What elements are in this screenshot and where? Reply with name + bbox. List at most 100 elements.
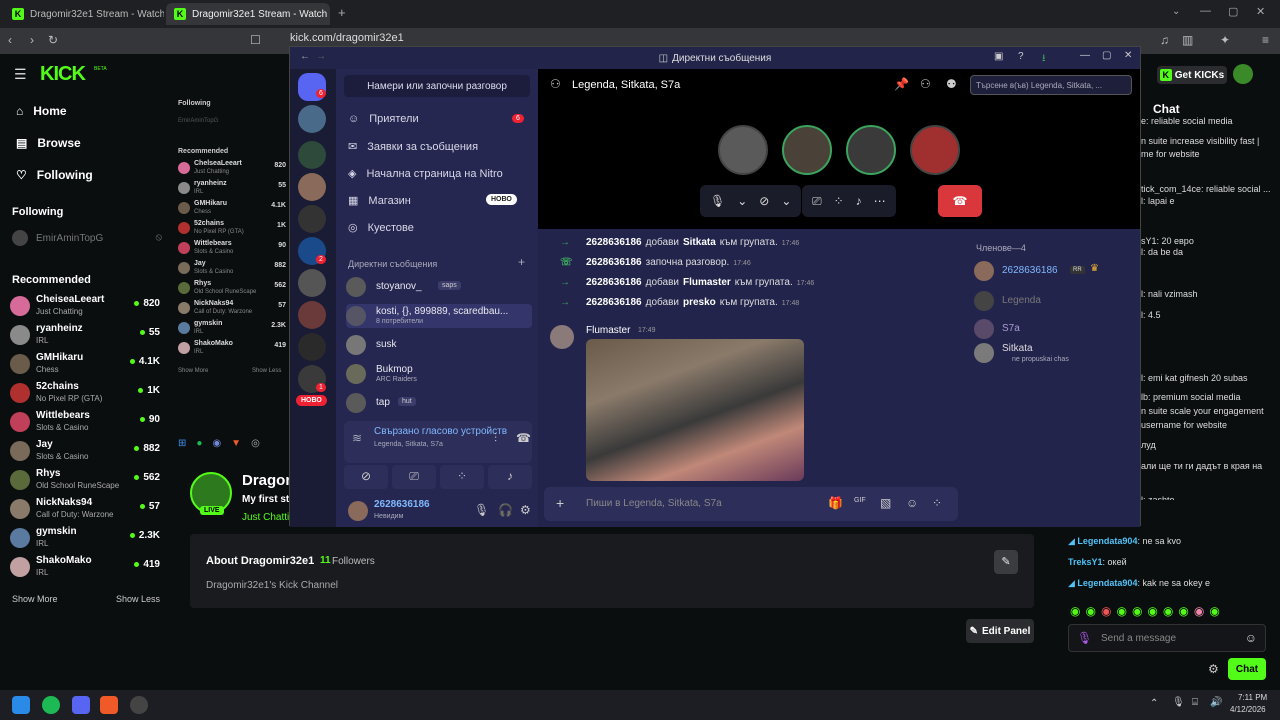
tray-chevron-icon[interactable]: ⌃ (1150, 698, 1158, 709)
maximize-icon[interactable]: ▢ (1228, 5, 1238, 18)
sidebar-icon[interactable]: ▥ (1182, 33, 1193, 47)
chat-username[interactable]: Legendata904 (1077, 578, 1137, 588)
back-icon[interactable]: ← (300, 51, 310, 62)
nav-home[interactable]: ⌂ Home (16, 104, 67, 118)
mic-control[interactable]: 🎙 ⌄ ⊘ ⌄ (700, 185, 802, 217)
dm-item[interactable]: kosti, {}, 899889, scaredbau... 8 потреби… (346, 304, 532, 328)
show-more-link[interactable]: Show More (178, 368, 208, 374)
mic-icon[interactable]: 🎙 (474, 503, 489, 517)
download-icon[interactable]: ⭳ (1042, 51, 1046, 68)
message-user[interactable]: 2628636186 (586, 297, 642, 308)
shop-item[interactable]: ▦ Магазин (348, 194, 411, 208)
clock-time[interactable]: 7:11 PM (1238, 693, 1267, 702)
close-window-icon[interactable]: ✕ (1256, 5, 1265, 18)
voice-connected[interactable]: Свързано гласово устройств (374, 426, 507, 437)
show-less-link[interactable]: Show Less (116, 594, 160, 604)
app-icon[interactable] (130, 696, 148, 714)
inbox-icon[interactable]: ▣ (994, 51, 1003, 62)
message-target[interactable]: presko (683, 297, 716, 308)
browser-tab[interactable]: K Dragomir32e1 Stream - Watch Live o (4, 3, 164, 25)
recommended-channel[interactable]: GMHikaru Chess 4.1K (178, 200, 286, 218)
create-dm-icon[interactable]: + (518, 255, 525, 269)
chat-send-button[interactable]: Chat (1228, 658, 1266, 680)
settings-icon[interactable]: ⚙ (1208, 662, 1219, 676)
participant-avatar[interactable] (910, 125, 960, 175)
emote-icon[interactable]: ◉ (1070, 604, 1080, 618)
chat-username[interactable]: Legendata904 (1077, 536, 1137, 546)
following-user[interactable]: EmirAminTopG (178, 118, 218, 124)
recommended-channel[interactable]: CheiseaLeeart Just Chatting 820 (10, 292, 160, 320)
message-author[interactable]: Flumaster (586, 325, 630, 336)
channel-name[interactable]: Dragon (242, 472, 295, 489)
back-icon[interactable]: ‹ (8, 33, 12, 47)
extensions-icon[interactable]: ♫ (1160, 33, 1169, 47)
user-avatar[interactable] (1233, 64, 1253, 84)
kick-logo[interactable]: KICK (40, 63, 86, 86)
participant-avatar[interactable] (782, 125, 832, 175)
discord-icon[interactable] (72, 696, 90, 714)
find-conversation-input[interactable]: Намери или започни разговор (344, 75, 530, 97)
windows-start-icon[interactable] (12, 696, 30, 714)
send-message-input[interactable]: 🎙 Send a message ☺ (1068, 624, 1266, 652)
gift-icon[interactable]: 🎁 (828, 496, 843, 510)
recommended-channel[interactable]: ShakoMako IRL 419 (178, 340, 286, 358)
screenshare-icon[interactable]: ⎚ (392, 465, 436, 489)
volume-icon[interactable]: 🔊 (1210, 697, 1222, 708)
nav-browse[interactable]: ▤ Browse (16, 136, 81, 150)
stream-category[interactable]: Just Chatti (242, 512, 289, 523)
minimize-icon[interactable]: — (1200, 5, 1211, 17)
member-item[interactable]: Legenda (974, 291, 1134, 317)
following-user[interactable]: EmirAminTopG ⦸ (12, 230, 162, 250)
noise-icon[interactable]: ⫶ (494, 431, 497, 446)
chat-username[interactable]: TreksY1 (1068, 557, 1103, 567)
emote-icon[interactable]: ◉ (1163, 604, 1173, 618)
recommended-channel[interactable]: ryanheinz IRL 55 (178, 180, 286, 198)
avatar[interactable] (348, 501, 368, 521)
recommended-channel[interactable]: Jay Slots & Casino 882 (10, 437, 160, 465)
message-user[interactable]: 2628636186 (586, 237, 642, 248)
recommended-channel[interactable]: 52chains No Pixel RP (GTA) 1K (178, 220, 286, 238)
server-icon[interactable] (298, 269, 326, 297)
dm-item[interactable]: stoyanov_ saps (346, 275, 532, 299)
dm-item[interactable]: susk (346, 333, 532, 357)
recommended-channel[interactable]: Rhys Old School RuneScape 562 (178, 280, 286, 298)
forward-icon[interactable]: → (316, 51, 326, 62)
recommended-channel[interactable]: gymskin IRL 2.3K (178, 320, 286, 338)
emote-icon[interactable]: ◉ (1116, 604, 1126, 618)
activities-icon[interactable]: ⁘ (440, 465, 484, 489)
member-item[interactable]: Sitkata ne propuskai chas (974, 343, 1134, 369)
soundboard-icon[interactable]: ♪ (488, 465, 532, 489)
network-icon[interactable]: ⌸ (1192, 697, 1198, 708)
show-less-link[interactable]: Show Less (252, 368, 281, 374)
recommended-channel[interactable]: Jay Slots & Casino 882 (178, 260, 286, 278)
reload-icon[interactable]: ↻ (48, 33, 58, 47)
bookmark-icon[interactable]: ☐ (250, 33, 261, 47)
settings-icon[interactable]: ⚙ (520, 503, 531, 517)
url-field[interactable]: kick.com/dragomir32e1 (290, 32, 404, 44)
pin-icon[interactable]: 📌 (894, 77, 909, 91)
emoji-icon[interactable]: ☺ (906, 496, 918, 510)
recommended-channel[interactable]: gymskin IRL 2.3K (10, 524, 160, 552)
help-icon[interactable]: ? (1018, 51, 1024, 62)
nav-following[interactable]: ♡ Following (16, 168, 93, 182)
nitro-item[interactable]: ◈ Начална страница на Nitro (348, 167, 503, 181)
add-member-icon[interactable]: ⚇ (920, 77, 931, 91)
search-input[interactable]: Търсене в(ъв) Legenda, Sitkata, ... (970, 75, 1132, 95)
message-user[interactable]: 2628636186 (586, 257, 642, 268)
recommended-channel[interactable]: ryanheinz IRL 55 (10, 321, 160, 349)
emoji-icon[interactable]: ☺ (1245, 631, 1257, 645)
tab-search-icon[interactable]: ⌄ (1172, 6, 1180, 17)
edit-icon[interactable]: ✎ (994, 550, 1018, 574)
participant-avatar[interactable] (718, 125, 768, 175)
call-actions[interactable]: ⎚ ⁘ ♪ ⋯ (802, 185, 896, 217)
emote-icon[interactable]: ◉ (1209, 604, 1219, 618)
mic-tray-icon[interactable]: 🎙 (1172, 697, 1185, 708)
dm-item[interactable]: tap hut (346, 391, 532, 415)
browser-tab-active[interactable]: K Dragomir32e1 Stream - Watch L ✕ (166, 3, 330, 25)
gif-icon[interactable]: GIF (854, 497, 866, 504)
author-avatar[interactable] (550, 325, 574, 349)
attach-icon[interactable]: + (556, 495, 564, 511)
friends-item[interactable]: ☺ Приятели (348, 113, 419, 125)
minimize-icon[interactable]: — (1080, 50, 1090, 61)
recommended-channel[interactable]: ShakoMako IRL 419 (10, 553, 160, 581)
